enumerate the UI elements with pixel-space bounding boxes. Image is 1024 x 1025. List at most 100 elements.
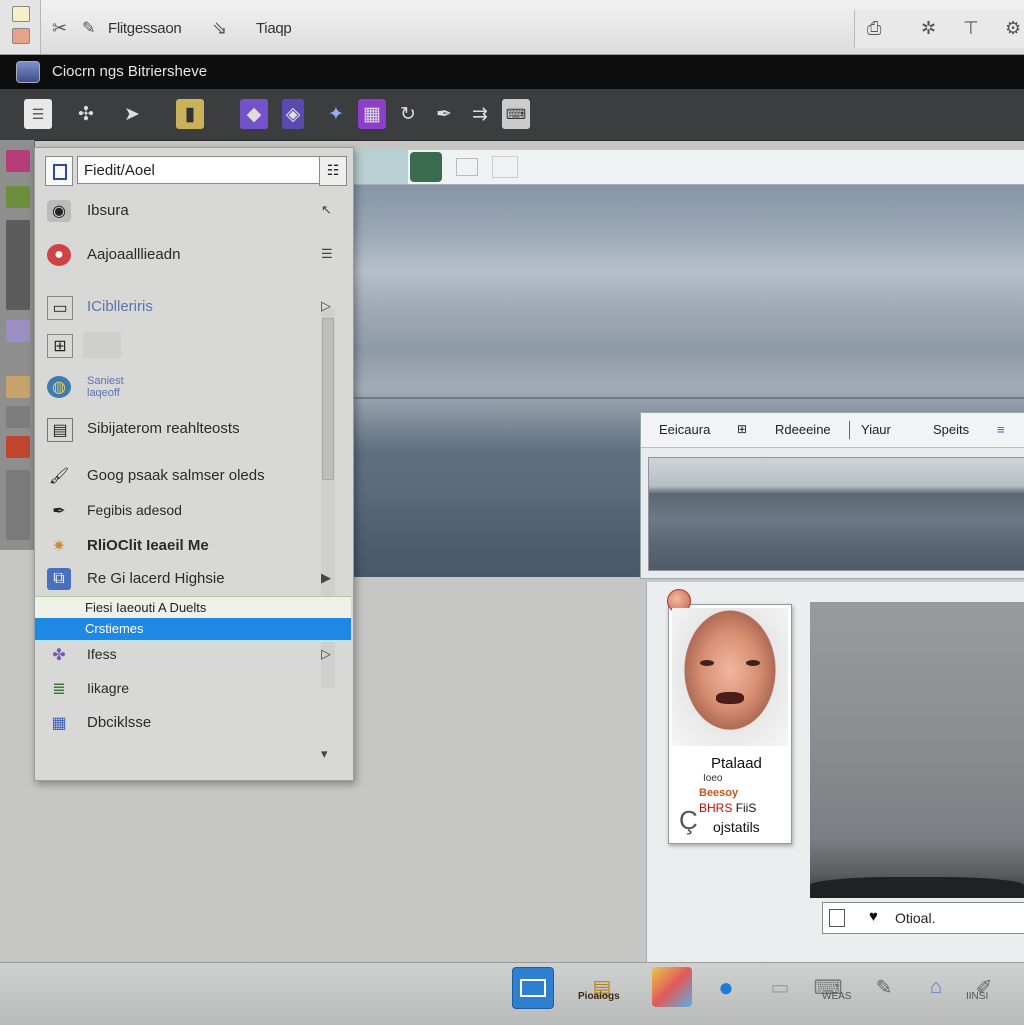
card-line: BHRS FiiS xyxy=(699,801,756,815)
scroll-down-icon[interactable]: ▾ xyxy=(321,746,328,762)
card-line: Ioeo xyxy=(703,773,723,784)
bucket-icon[interactable]: ▮ xyxy=(176,99,204,129)
brush-icon: 🖌 xyxy=(48,468,70,485)
menu-options-icon[interactable]: ☷ xyxy=(319,156,347,186)
menu-item-view[interactable]: Tiaqp xyxy=(256,20,292,37)
document-window: Eeicaura ⊞ Rdeeeine Yiaur Speits ≡ xyxy=(640,412,1024,579)
menu-item-selected[interactable]: Crstiemes xyxy=(35,618,351,642)
list-toggle-icon: ☰ xyxy=(321,246,333,261)
keyboard-icon[interactable]: ⌨ xyxy=(502,99,530,129)
settings-icon[interactable]: ⚙ xyxy=(1005,18,1021,39)
scissors-icon[interactable]: ✂ xyxy=(52,18,67,39)
portrait-mouth xyxy=(716,692,744,704)
document-dock-icon[interactable]: ▭ xyxy=(760,967,800,1007)
thumbnail[interactable] xyxy=(6,150,30,172)
menu-item[interactable]: ◍ Saniest laqeoff xyxy=(35,372,351,406)
submenu-arrow-icon: ▶ xyxy=(321,570,331,585)
menu-item[interactable]: ✤ Ifess ▷ xyxy=(35,640,351,670)
window-dock-icon[interactable] xyxy=(512,967,554,1009)
menu-item[interactable]: ◉ Ibsura ↖ xyxy=(35,196,351,226)
disabled-swatch xyxy=(83,332,121,358)
thumbnail[interactable] xyxy=(6,186,30,208)
search-input[interactable] xyxy=(77,156,323,184)
globe-tab-icon[interactable] xyxy=(410,152,442,182)
thumbnail[interactable] xyxy=(6,220,30,310)
crop-icon[interactable]: ▦ xyxy=(358,99,386,129)
menu-item[interactable]: Fiesi Iaeouti A Duelts xyxy=(35,596,351,620)
globe-dock-icon[interactable]: ● xyxy=(706,967,746,1007)
shape-icon[interactable]: ◆ xyxy=(240,99,268,129)
move-icon[interactable]: ✣ xyxy=(72,99,100,129)
thumbnail[interactable] xyxy=(6,376,30,398)
menu-item[interactable]: ▭ ICiblleriris ▷ xyxy=(35,292,351,322)
thumbnail[interactable] xyxy=(6,320,30,342)
landscape-preview[interactable] xyxy=(810,602,1024,898)
dock: ▤ Pioaiogs ● ▭ ⌨ WEAS ✎ ⌂ ✐ IINSI xyxy=(0,962,1024,1025)
tab-page-icon[interactable] xyxy=(456,158,478,176)
close-app-icon[interactable] xyxy=(12,28,30,44)
menu-item[interactable]: ✷ RliOClit Ieaeil Me xyxy=(35,531,351,561)
menu-item[interactable]: ⧉ Re Gi lacerd Highsie ▶ xyxy=(35,564,351,594)
tab-icon[interactable]: ⊞ xyxy=(737,422,747,436)
right-toolbar: ⎙ ✲ ⊤ ⚙ xyxy=(854,10,1024,48)
menu-item-file[interactable]: Flitgessaon xyxy=(108,20,182,37)
brush-tool-icon[interactable]: ✦ xyxy=(322,99,350,129)
text-tool-icon[interactable]: ⇉ xyxy=(466,99,494,129)
pin-icon[interactable]: ⊤ xyxy=(963,18,979,39)
window-icon[interactable] xyxy=(12,6,30,22)
page-icon[interactable]: ☰ xyxy=(24,99,52,129)
marker-icon[interactable]: ✎ xyxy=(82,18,95,38)
grid-icon: ⊞ xyxy=(47,334,73,358)
thumbnail[interactable] xyxy=(6,436,30,458)
card-line: Beesoy xyxy=(699,787,739,799)
file-icon[interactable] xyxy=(829,909,845,927)
folder-icon: ▭ xyxy=(47,296,73,320)
hill-silhouette xyxy=(810,877,1024,898)
palette-dock-icon[interactable] xyxy=(652,967,692,1007)
portrait-photo xyxy=(672,608,788,746)
menu-item[interactable]: ▦ Dbciklsse xyxy=(35,708,351,738)
layer-icon[interactable]: ◈ xyxy=(282,99,304,129)
cursor-icon[interactable]: ⇘ xyxy=(212,18,227,39)
tab-speits[interactable]: Speits xyxy=(933,422,969,437)
tab-redeeine[interactable]: Rdeeeine xyxy=(775,422,831,437)
camera-icon: ◉ xyxy=(47,200,71,222)
pen-tool-icon[interactable]: ✒ xyxy=(430,99,458,129)
menu-item[interactable]: ● Aajoaalllieadn ☰ xyxy=(35,240,351,270)
menu-item[interactable]: ⊞ xyxy=(35,330,351,360)
frame-icon: ▤ xyxy=(47,418,73,442)
left-thumbnail-strip xyxy=(0,140,35,550)
trash-dock-icon[interactable]: ⌂ xyxy=(916,967,956,1007)
thumbnail[interactable] xyxy=(6,470,30,540)
card-title: Ptalaad xyxy=(711,755,762,772)
tab-overflow-icon[interactable]: ≡ xyxy=(997,422,1005,437)
tab-separator xyxy=(849,421,850,439)
search-scope-icon[interactable] xyxy=(45,156,73,186)
document-icon xyxy=(16,61,40,83)
thumbnail[interactable] xyxy=(6,406,30,428)
heart-icon[interactable]: ♥ xyxy=(869,908,878,925)
mask-icon: ● xyxy=(47,244,71,266)
tab-yiaur[interactable]: Yiaur xyxy=(861,422,891,437)
pen-dock-icon[interactable]: ✎ xyxy=(864,967,904,1007)
rotate-icon[interactable]: ↻ xyxy=(394,99,422,129)
dock-label: Pioaiogs xyxy=(578,991,620,1002)
toolbar: ☰ ✣ ➤ ▮ ◆ ◈ ✦ ▦ ↻ ✒ ⇉ ⌨ xyxy=(0,89,1024,141)
profile-card[interactable]: Ç Ptalaad Ioeo Beesoy BHRS FiiS ojstatil… xyxy=(667,589,792,844)
print-icon[interactable]: ⎙ xyxy=(867,18,881,39)
list-icon: ≣ xyxy=(52,681,66,698)
tab-thumbnail[interactable] xyxy=(352,150,408,184)
menu-item[interactable]: ▤ Sibijaterom reahlteosts xyxy=(35,414,351,444)
bottom-input-bar[interactable]: ♥ Otioal. xyxy=(822,902,1024,934)
arrow-icon[interactable]: ➤ xyxy=(118,99,146,129)
document-preview[interactable] xyxy=(648,457,1024,571)
menu-item[interactable]: ✒ Fegibis adesod xyxy=(35,496,351,526)
menu-item[interactable]: ≣ Iikagre xyxy=(35,674,351,704)
menu-item[interactable]: 🖌 Goog psaak salmser oleds xyxy=(35,461,351,491)
horizon-line xyxy=(352,397,1024,399)
tools-icon[interactable]: ✲ xyxy=(921,18,936,39)
star-icon: ✷ xyxy=(52,538,66,555)
tab-page-icon[interactable] xyxy=(492,156,518,178)
tab-editura[interactable]: Eeicaura xyxy=(659,422,710,437)
layers-icon: ⧉ xyxy=(47,568,71,590)
